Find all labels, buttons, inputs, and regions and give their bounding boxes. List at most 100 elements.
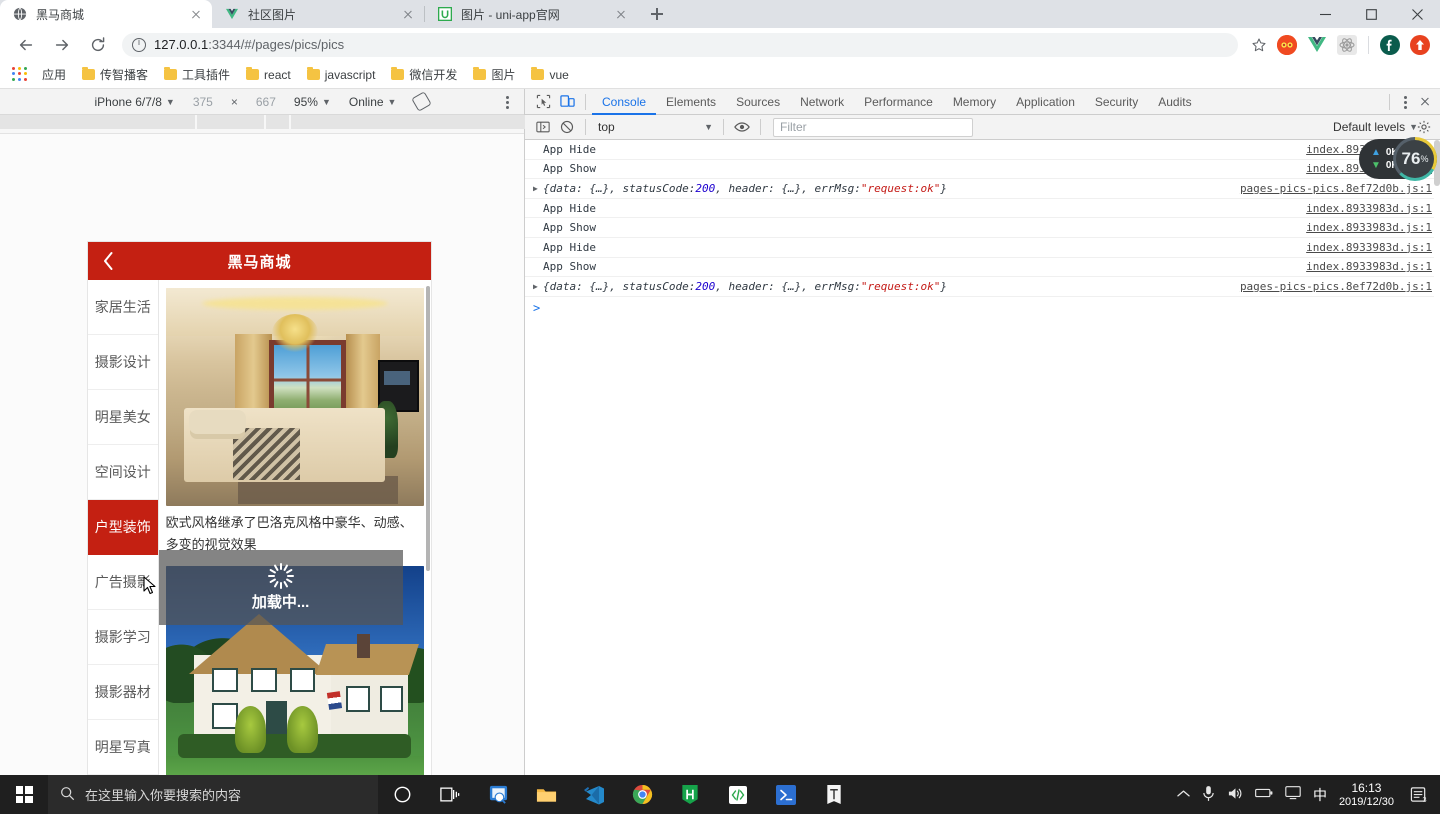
volume-icon[interactable]	[1227, 786, 1243, 804]
category-item-8[interactable]: 明星写真	[88, 720, 158, 775]
tab-audits[interactable]: Audits	[1148, 89, 1201, 115]
bookmark-6[interactable]: 图片	[465, 63, 523, 86]
info-circle-icon[interactable]	[132, 37, 146, 52]
close-icon[interactable]	[188, 6, 204, 22]
close-icon[interactable]	[613, 6, 629, 22]
bookmark-2[interactable]: 工具插件	[156, 63, 238, 86]
european-bedroom-photo[interactable]	[165, 288, 424, 506]
browser-tab-3[interactable]: 图片 - uni-app官网	[425, 0, 637, 28]
category-item-1[interactable]: 摄影设计	[88, 335, 158, 390]
category-item-7[interactable]: 摄影器材	[88, 665, 158, 720]
console-log-row[interactable]: App Show index.8933983d.js:1	[525, 160, 1440, 180]
tab-security[interactable]: Security	[1085, 89, 1148, 115]
category-item-0[interactable]: 家居生活	[88, 280, 158, 335]
device-height-input[interactable]: 667	[247, 95, 285, 109]
file-explorer-icon[interactable]	[522, 775, 570, 814]
category-list[interactable]: 家居生活 摄影设计 明星美女 空间设计 户型装饰 广告摄影 摄影学习 摄影器材 …	[88, 280, 159, 775]
typora-icon[interactable]	[810, 775, 858, 814]
live-expression-icon[interactable]	[730, 116, 754, 138]
tab-console[interactable]: Console	[592, 89, 656, 115]
log-source-link[interactable]: index.8933983d.js:1	[1296, 260, 1432, 273]
windows-start-icon[interactable]	[0, 775, 48, 814]
tab-sources[interactable]: Sources	[726, 89, 790, 115]
bookmark-5[interactable]: 微信开发	[383, 63, 465, 86]
editor-icon[interactable]	[714, 775, 762, 814]
microphone-icon[interactable]	[1202, 785, 1215, 805]
picture-list-scrollbar[interactable]	[426, 286, 430, 571]
log-source-link[interactable]: pages-pics-pics.8ef72d0b.js:1	[1230, 182, 1432, 195]
maximize-icon[interactable]	[1348, 0, 1394, 28]
log-source-link[interactable]: index.8933983d.js:1	[1296, 202, 1432, 215]
action-center-icon[interactable]: 3	[1406, 775, 1432, 814]
console-log[interactable]: App Hide index.8933983d.js:1 App Show in…	[525, 140, 1440, 775]
tab-performance[interactable]: Performance	[854, 89, 943, 115]
rotate-device-icon[interactable]	[405, 91, 438, 112]
log-source-link[interactable]: pages-pics-pics.8ef72d0b.js:1	[1230, 280, 1432, 293]
console-sidebar-icon[interactable]	[531, 116, 555, 138]
show-hidden-icons-icon[interactable]	[1177, 789, 1190, 801]
throttling-selector[interactable]: Online ▼	[340, 95, 406, 109]
bookmark-7[interactable]: vue	[523, 65, 576, 85]
zoom-selector[interactable]: 95% ▼	[285, 95, 340, 109]
cortana-icon[interactable]	[378, 775, 426, 814]
category-item-6[interactable]: 摄影学习	[88, 610, 158, 665]
cpu-usage-ring[interactable]: 76%	[1393, 137, 1437, 181]
console-log-row[interactable]: App Hide index.8933983d.js:1	[525, 238, 1440, 258]
battery-icon[interactable]	[1255, 787, 1273, 802]
tab-application[interactable]: Application	[1006, 89, 1085, 115]
bookmark-1[interactable]: 传智播客	[74, 63, 156, 86]
settings-gear-icon[interactable]	[1412, 116, 1436, 138]
close-icon[interactable]	[400, 6, 416, 22]
apps-grid-icon[interactable]	[12, 66, 28, 83]
hbuilder-icon[interactable]	[666, 775, 714, 814]
reload-icon[interactable]	[84, 31, 112, 59]
feedback-hub-icon[interactable]	[474, 775, 522, 814]
clear-console-icon[interactable]	[555, 116, 579, 138]
star-icon[interactable]	[1246, 32, 1272, 58]
kebab-menu-icon[interactable]	[1396, 91, 1414, 113]
display-icon[interactable]	[1285, 786, 1301, 803]
task-view-icon[interactable]	[426, 775, 474, 814]
console-log-row[interactable]: App Show index.8933983d.js:1	[525, 218, 1440, 238]
close-icon[interactable]	[1394, 0, 1440, 28]
network-speed-widget[interactable]: ▲ 0K/s ▼ 0K/s 76%	[1358, 137, 1437, 181]
vue-devtools-extension[interactable]	[1307, 35, 1327, 55]
octocat-extension[interactable]	[1277, 34, 1297, 55]
upload-extension[interactable]	[1410, 34, 1430, 55]
console-log-row[interactable]: App Hide index.8933983d.js:1	[525, 140, 1440, 160]
close-icon[interactable]	[1414, 91, 1436, 113]
inspect-element-icon[interactable]	[531, 91, 555, 113]
minimize-icon[interactable]	[1302, 0, 1348, 28]
category-item-4-active[interactable]: 户型装饰	[88, 500, 158, 555]
chrome-icon[interactable]	[618, 775, 666, 814]
devtools-scrollbar[interactable]	[1434, 140, 1440, 775]
facebook-extension[interactable]	[1380, 34, 1400, 55]
console-log-row-object[interactable]: ▶ {data: {…}, statusCode: 200, header: {…	[525, 179, 1440, 199]
tab-network[interactable]: Network	[790, 89, 854, 115]
tab-elements[interactable]: Elements	[656, 89, 726, 115]
bookmark-4[interactable]: javascript	[299, 65, 384, 85]
execution-context-selector[interactable]: top ▼	[592, 117, 717, 137]
bookmark-3[interactable]: react	[238, 65, 299, 85]
browser-tab-1[interactable]: 黑马商城	[0, 0, 212, 28]
browser-tab-2[interactable]: 社区图片	[212, 0, 424, 28]
powershell-icon[interactable]	[762, 775, 810, 814]
taskbar-clock[interactable]: 16:13 2019/12/30	[1339, 781, 1394, 809]
tab-memory[interactable]: Memory	[943, 89, 1006, 115]
console-log-row[interactable]: App Show index.8933983d.js:1	[525, 258, 1440, 278]
device-toolbar-icon[interactable]	[555, 91, 579, 113]
expand-triangle-icon[interactable]: ▶	[533, 282, 543, 291]
forward-arrow-icon[interactable]	[48, 31, 76, 59]
new-tab-button[interactable]	[643, 0, 671, 28]
address-bar[interactable]: 127.0.0.1:3344/#/pages/pics/pics	[122, 32, 1238, 57]
log-levels-selector[interactable]: Default levels ▼	[1333, 120, 1418, 134]
picture-card-0[interactable]: 欧式风格继承了巴洛克风格中豪华、动感、多变的视觉效果	[165, 280, 424, 566]
vscode-icon[interactable]	[570, 775, 618, 814]
back-arrow-icon[interactable]	[12, 31, 40, 59]
kebab-menu-icon[interactable]	[498, 93, 516, 111]
category-item-3[interactable]: 空间设计	[88, 445, 158, 500]
picture-list[interactable]: 欧式风格继承了巴洛克风格中豪华、动感、多变的视觉效果 加载中...	[158, 280, 431, 775]
react-devtools-extension[interactable]	[1337, 34, 1357, 55]
console-log-row[interactable]: App Hide index.8933983d.js:1	[525, 199, 1440, 219]
chevron-left-icon[interactable]	[88, 242, 128, 280]
